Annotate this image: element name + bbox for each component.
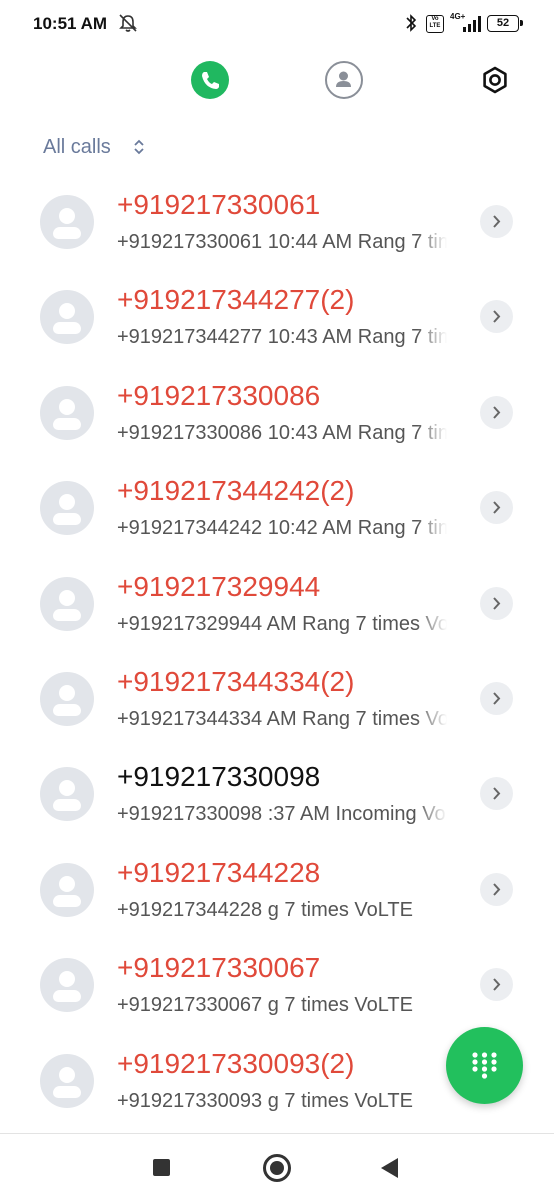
caller-number: +919217344228 (117, 856, 321, 888)
call-log-row[interactable]: +919217344228 +919217344228 g 7 times Vo… (0, 835, 554, 930)
bell-muted-icon (119, 14, 137, 32)
phone-icon (202, 72, 219, 89)
avatar-placeholder-icon (40, 481, 94, 536)
call-info-button[interactable] (480, 491, 513, 525)
chevron-right-icon (493, 596, 501, 610)
dialpad-button[interactable] (446, 1027, 523, 1104)
call-log-row[interactable]: +919217344242(2) +919217344242 10:42 AM … (0, 453, 554, 548)
call-log-row[interactable]: +919217344277(2) +919217344277 10:43 AM … (0, 262, 554, 357)
caller-number: +919217344334(2) (117, 665, 355, 697)
chevron-right-icon (493, 215, 501, 228)
avatar-placeholder-icon (40, 195, 94, 249)
home-icon[interactable] (263, 1154, 291, 1182)
call-details: +919217329944 AM Rang 7 times VoLTE (117, 612, 447, 636)
status-time: 10:51 AM (33, 14, 108, 33)
call-info-button[interactable] (480, 968, 513, 1002)
caller-number: +919217330067 (117, 952, 321, 984)
caller-number: +919217329944 (117, 570, 321, 602)
signal-icon (463, 16, 481, 32)
avatar-placeholder-icon (40, 385, 94, 440)
call-log-row[interactable]: +919217330086 +919217330086 10:43 AM Ran… (0, 358, 554, 453)
volte-icon: Vo LTE (426, 15, 444, 33)
call-log-row[interactable]: +919217329944 +919217329944 AM Rang 7 ti… (0, 549, 554, 644)
avatar-placeholder-icon (40, 290, 94, 345)
avatar-placeholder-icon (40, 576, 94, 631)
call-info-button[interactable] (480, 681, 513, 715)
chevron-right-icon (493, 787, 501, 801)
call-log-row[interactable]: +919217344334(2) +919217344334 AM Rang 7… (0, 644, 554, 739)
avatar-placeholder-icon (40, 671, 94, 726)
call-details: +919217330067 g 7 times VoLTE (117, 994, 447, 1018)
chevron-right-icon (493, 692, 501, 705)
contacts-icon (336, 71, 351, 87)
chevron-right-icon (493, 978, 501, 991)
recents-icon[interactable] (153, 1159, 170, 1176)
tab-contacts[interactable] (325, 61, 363, 99)
call-log-row[interactable]: +919217330098 +919217330098 :37 AM Incom… (0, 739, 554, 834)
caller-number: +919217330093(2) (117, 1047, 355, 1079)
call-log-list: +919217330061 +919217330061 10:44 AM Ran… (0, 167, 554, 1121)
call-details: +919217344334 AM Rang 7 times VoLTE (117, 707, 447, 731)
call-details: +919217344228 g 7 times VoLTE (117, 898, 447, 922)
sort-updown-icon[interactable] (132, 137, 146, 157)
avatar-placeholder-icon (40, 862, 94, 917)
caller-number: +919217344277(2) (117, 284, 355, 316)
call-details: +919217344242 10:42 AM Rang 7 times VoLT… (117, 517, 447, 541)
call-log-row[interactable]: +919217330061 +919217330061 10:44 AM Ran… (0, 167, 554, 262)
call-details: +919217330098 :37 AM Incoming VoLTE (117, 803, 447, 827)
call-info-button[interactable] (480, 777, 513, 811)
call-log-row[interactable]: +919217330067 +919217330067 g 7 times Vo… (0, 930, 554, 1025)
chevron-right-icon (493, 883, 501, 896)
tab-phone[interactable] (191, 61, 229, 99)
call-info-button[interactable] (480, 395, 513, 429)
status-bar: 10:51 AM Vo LTE 4G+ 52 (0, 0, 554, 48)
caller-number: +919217330086 (117, 379, 321, 411)
chevron-right-icon (493, 406, 501, 419)
back-icon[interactable] (381, 1158, 398, 1178)
call-info-button[interactable] (480, 872, 513, 906)
avatar-placeholder-icon (40, 1053, 94, 1108)
call-info-button[interactable] (480, 205, 513, 238)
tab-settings[interactable] (476, 61, 514, 99)
call-details: +919217330086 10:43 AM Rang 7 times VoLT… (117, 421, 447, 445)
call-info-button[interactable] (480, 300, 513, 334)
avatar-placeholder-icon (40, 958, 94, 1013)
call-info-button[interactable] (480, 586, 513, 620)
caller-number: +919217330061 (117, 189, 321, 220)
battery-icon: 52 (487, 15, 523, 32)
system-nav-bar (0, 1133, 554, 1200)
caller-number: +919217344242(2) (117, 475, 355, 507)
avatar-placeholder-icon (40, 767, 94, 822)
settings-icon (483, 66, 507, 94)
chevron-right-icon (493, 310, 501, 324)
call-details: +919217344277 10:43 AM Rang 7 times VoLT… (117, 326, 447, 350)
call-details: +919217330061 10:44 AM Rang 7 times VoLT… (117, 231, 447, 254)
bluetooth-icon (406, 14, 417, 32)
call-filter-dropdown[interactable]: All calls (43, 136, 111, 159)
dialpad-icon (472, 1052, 497, 1079)
chevron-right-icon (493, 501, 501, 514)
call-details: +919217330093 g 7 times VoLTE (117, 1089, 447, 1113)
caller-number: +919217330098 (117, 761, 321, 793)
